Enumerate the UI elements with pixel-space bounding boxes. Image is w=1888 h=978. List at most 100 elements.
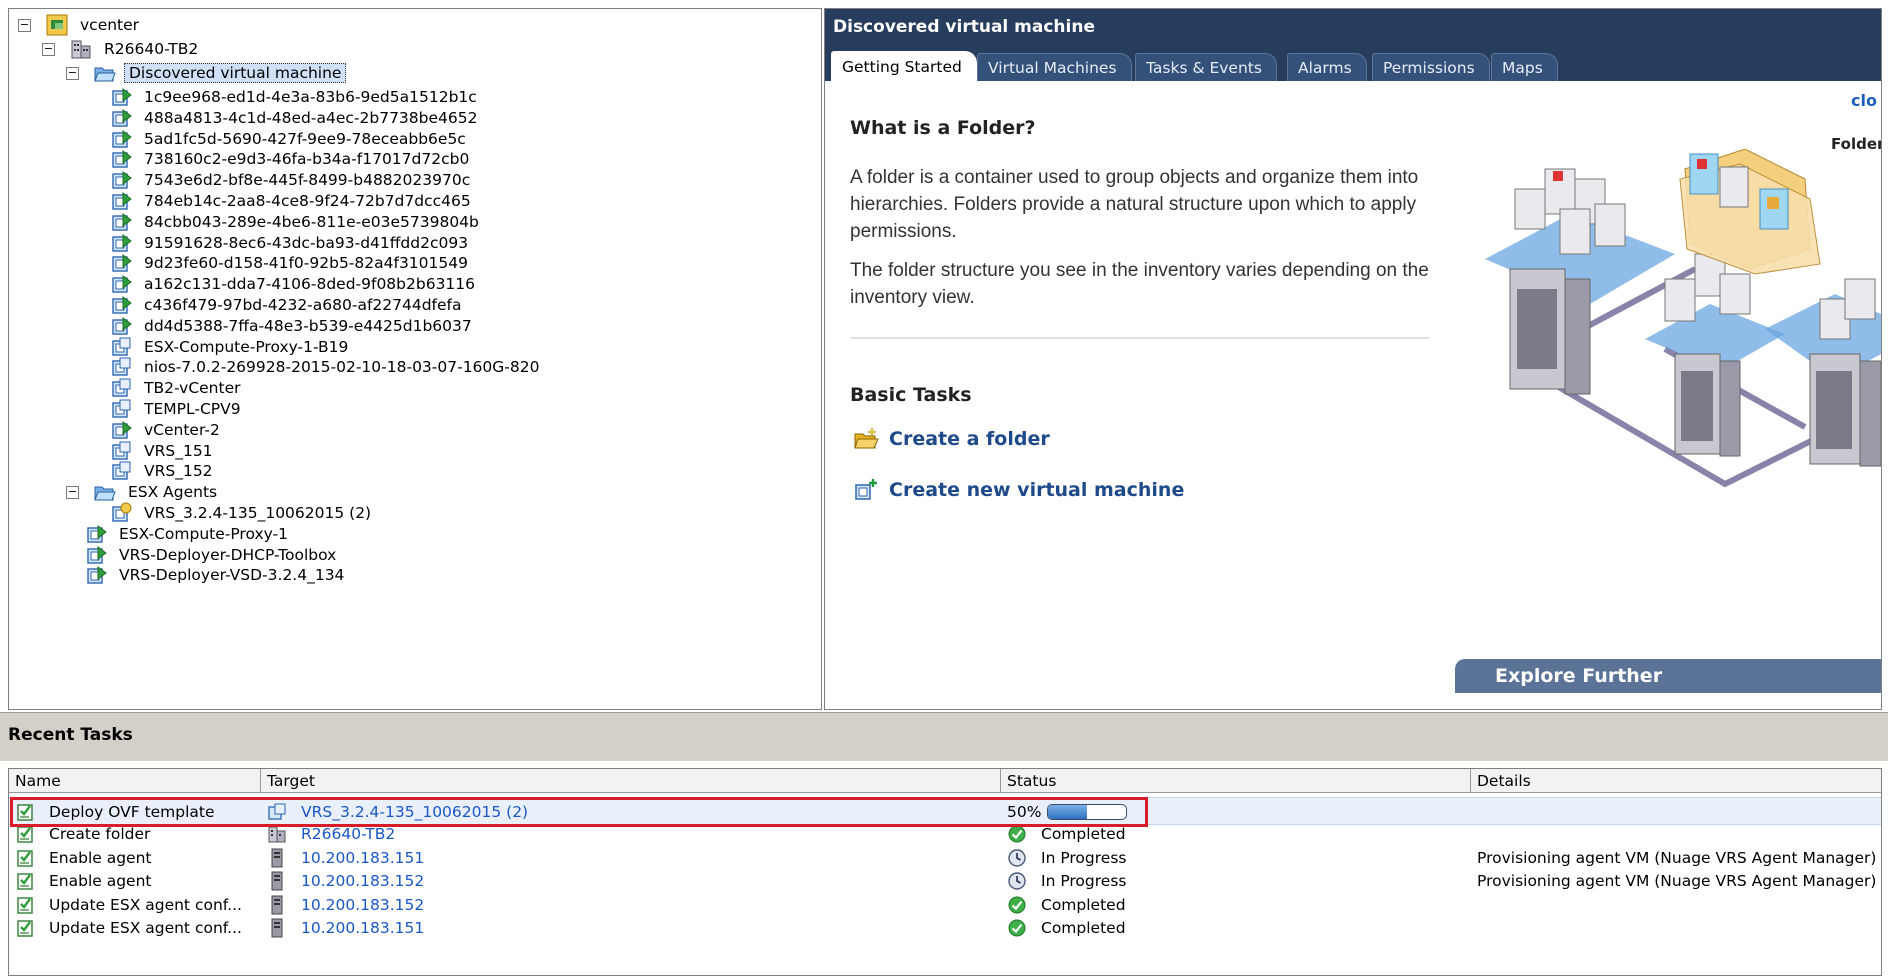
task-icon xyxy=(15,802,35,822)
tree-node-label: a162c131-dda7-4106-8ded-9f08b2b63116 xyxy=(144,275,476,294)
vm-template-icon xyxy=(267,802,287,822)
explore-further-label: Explore Further xyxy=(1495,665,1663,687)
tree-node-datacenter[interactable]: − R26640-TB2 xyxy=(42,37,202,61)
collapse-toggle[interactable]: − xyxy=(42,42,55,56)
task-name: Enable agent xyxy=(49,872,152,891)
tree-node-label-selected: Discovered virtual machine xyxy=(124,63,347,83)
tree-node-vcenter[interactable]: − vcenter xyxy=(18,13,143,37)
tree-node-label: vcenter xyxy=(80,16,140,34)
column-header-status[interactable]: Status xyxy=(1001,769,1471,793)
vm-on-icon xyxy=(85,523,107,545)
tree-node-discovered-vm-folder[interactable]: − Discovered virtual machine xyxy=(66,61,347,85)
tree-node-label: c436f479-97bd-4232-a680-af22744dfefa xyxy=(144,296,462,314)
task-icon xyxy=(15,848,35,868)
task-name: Enable agent xyxy=(49,848,152,867)
task-target-link[interactable]: 10.200.183.151 xyxy=(301,849,424,867)
tree-node-label: TB2-vCenter xyxy=(144,379,241,398)
clock-icon xyxy=(1007,848,1027,868)
check-icon xyxy=(1007,824,1027,844)
vm-on-icon xyxy=(110,419,132,441)
vm-off-icon xyxy=(110,460,132,482)
task-name: Update ESX agent conf... xyxy=(49,895,242,914)
tab-tasks-events[interactable]: Tasks & Events xyxy=(1135,53,1277,81)
column-header-name[interactable]: Name xyxy=(9,769,261,793)
vm-on-icon xyxy=(110,252,132,274)
tab-permissions[interactable]: Permissions xyxy=(1372,53,1490,81)
task-name: Create folder xyxy=(49,825,151,844)
tab-virtual-machines[interactable]: Virtual Machines xyxy=(977,53,1132,81)
collapse-toggle[interactable]: − xyxy=(66,66,79,80)
vm-deploying-icon xyxy=(110,502,132,524)
task-name-cell: Update ESX agent conf... xyxy=(15,914,242,942)
tab-getting-started[interactable]: Getting Started xyxy=(831,51,977,81)
tree-node-vm[interactable]: VRS-Deployer-VSD-3.2.4_134 xyxy=(85,563,348,587)
vm-on-icon xyxy=(110,169,132,191)
tree-node-label: ESX-Compute-Proxy-1 xyxy=(119,524,288,543)
collapse-toggle[interactable]: − xyxy=(66,485,79,499)
vm-off-icon xyxy=(110,440,132,462)
vm-on-icon xyxy=(110,128,132,150)
collapse-toggle[interactable]: − xyxy=(18,18,31,32)
inventory-tree: − vcenter − R26640-TB2 − Discovered virt… xyxy=(8,8,822,710)
divider xyxy=(850,337,1430,339)
tree-node-label: dd4d5388-7ffa-48e3-b539-e4425d1b6037 xyxy=(144,316,472,335)
close-tab-link[interactable]: clo xyxy=(1851,91,1877,110)
vm-on-icon xyxy=(110,190,132,212)
vm-off-icon xyxy=(110,356,132,378)
tab-alarms[interactable]: Alarms xyxy=(1287,53,1367,81)
task-target-link[interactable]: 10.200.183.152 xyxy=(301,872,424,890)
vm-off-icon xyxy=(110,398,132,420)
new-vm-icon xyxy=(855,479,877,500)
task-target-link[interactable]: VRS_3.2.4-135_10062015 (2) xyxy=(301,803,528,821)
progress-percent: 50% xyxy=(1007,803,1042,821)
task-icon xyxy=(15,895,35,915)
tree-node-label: 738160c2-e9d3-46fa-b34a-f17017d72cb0 xyxy=(144,150,470,169)
tab-maps[interactable]: Maps xyxy=(1491,53,1558,81)
vm-off-icon xyxy=(110,377,132,399)
folder-open-icon xyxy=(94,481,116,503)
tree-node-label: ESX Agents xyxy=(128,483,218,502)
table-row[interactable]: Update ESX agent conf... 10.200.183.151 Co… xyxy=(9,914,1881,942)
task-target-link[interactable]: 10.200.183.151 xyxy=(301,919,424,937)
tree-node-label: 488a4813-4c1d-48ed-a4ec-2b7738be4652 xyxy=(144,108,478,127)
status-text: Completed xyxy=(1041,895,1126,914)
recent-tasks-bar: Recent Tasks xyxy=(0,712,1888,761)
clock-icon xyxy=(1007,871,1027,891)
task-target-cell: 10.200.183.151 xyxy=(267,914,424,942)
status-text: Completed xyxy=(1041,825,1126,844)
status-text: In Progress xyxy=(1041,848,1127,867)
task-target-link[interactable]: R26640-TB2 xyxy=(301,825,395,843)
vm-on-icon xyxy=(110,107,132,129)
create-vm-link[interactable]: Create new virtual machine xyxy=(853,475,1184,505)
host-icon xyxy=(267,871,287,891)
column-header-details[interactable]: Details xyxy=(1471,769,1881,793)
task-name: Deploy OVF template xyxy=(49,803,215,821)
basic-tasks-heading: Basic Tasks xyxy=(850,384,972,406)
new-folder-icon xyxy=(854,427,879,449)
tree-node-label: VRS_3.2.4-135_10062015 (2) xyxy=(144,504,372,522)
datacenter-icon xyxy=(70,38,92,60)
tree-node-label: 5ad1fc5d-5690-427f-9ee9-78eceabb6e5c xyxy=(144,129,466,148)
datacenter-icon xyxy=(267,824,287,844)
vm-on-icon xyxy=(110,86,132,108)
folder-description: A folder is a container used to group ob… xyxy=(850,167,1419,242)
illustration-folder-label: Folder xyxy=(1831,135,1882,153)
detail-pane: Discovered virtual machine Getting Start… xyxy=(824,8,1882,710)
vm-on-icon xyxy=(110,273,132,295)
check-icon xyxy=(1007,918,1027,938)
vcenter-icon xyxy=(46,14,68,36)
vm-on-icon xyxy=(110,294,132,316)
vm-on-icon xyxy=(110,232,132,254)
tree-node-label: 84cbb043-289e-4be6-811e-e03e5739804b xyxy=(144,212,479,231)
explore-further-panel[interactable]: Explore Further xyxy=(1455,659,1881,693)
vm-on-icon xyxy=(110,211,132,233)
task-target-link[interactable]: 10.200.183.152 xyxy=(301,896,424,914)
column-header-target[interactable]: Target xyxy=(261,769,1001,793)
tree-node-label: nios-7.0.2-269928-2015-02-10-18-03-07-16… xyxy=(144,358,540,377)
create-vm-label: Create new virtual machine xyxy=(889,479,1185,501)
status-text: In Progress xyxy=(1041,872,1127,891)
create-folder-link[interactable]: Create a folder xyxy=(853,424,1050,454)
vm-on-icon xyxy=(85,544,107,566)
folder-illustration xyxy=(1485,149,1881,488)
section-heading: What is a Folder? xyxy=(850,117,1036,139)
